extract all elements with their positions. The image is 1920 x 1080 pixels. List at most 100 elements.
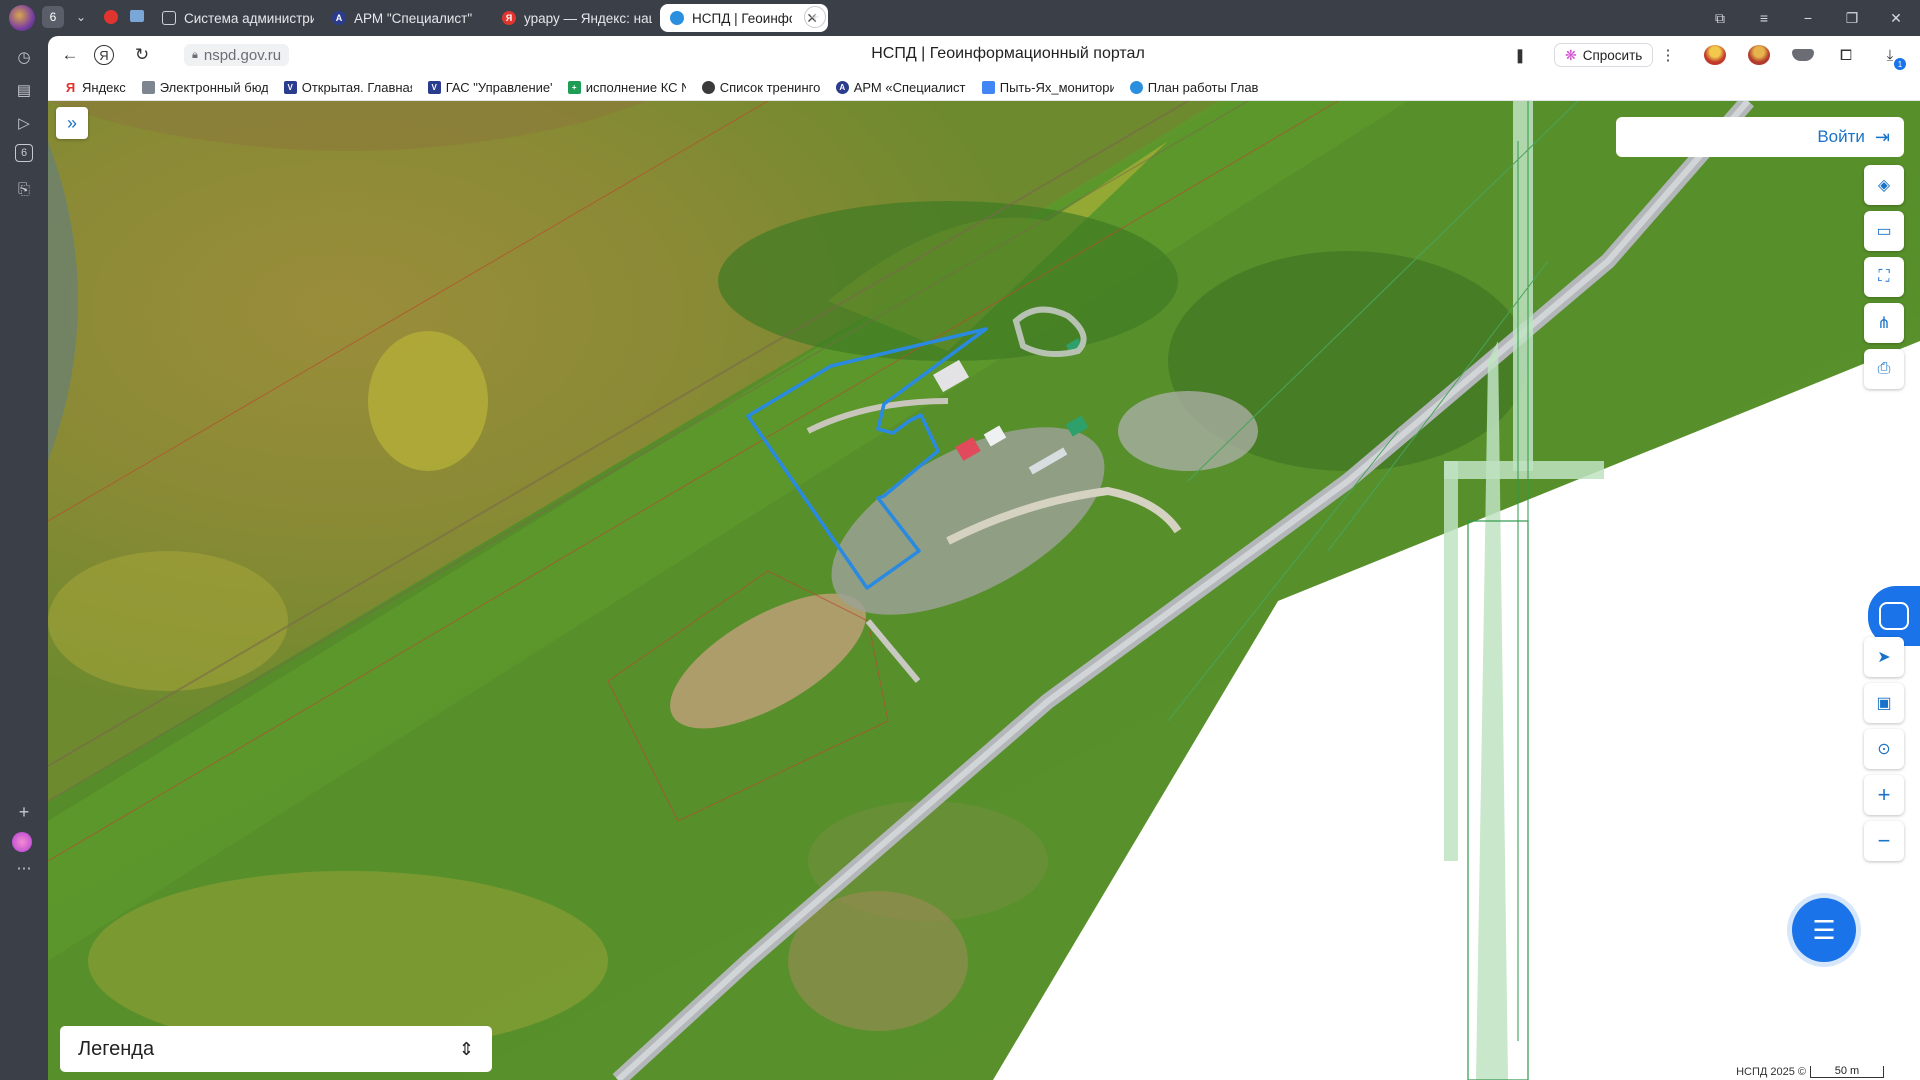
area-select-button[interactable]: ⛶: [1864, 257, 1904, 297]
ask-button-label: Спросить: [1582, 47, 1643, 63]
tab-count-button[interactable]: 6: [42, 6, 64, 28]
bookmark-item[interactable]: Электронный бюджет: [141, 79, 268, 95]
screenshot-icon[interactable]: ⎘: [12, 177, 36, 201]
v-logo-icon: V: [283, 80, 297, 94]
bookmark-label: Список тренингов: [719, 79, 820, 95]
feedback-icon: [1879, 602, 1909, 630]
collections-icon[interactable]: ▤: [12, 78, 36, 102]
expand-panel-button[interactable]: »: [56, 107, 88, 139]
page-title: НСПД | Геоинформационный портал: [871, 45, 1145, 62]
bookmark-item[interactable]: + исполнение КС №: [567, 79, 686, 95]
zoom-in-button[interactable]: +: [1864, 775, 1904, 815]
tab-label: Система администриров: [184, 10, 314, 26]
tab-yandex-search[interactable]: Я урару — Яндекс: нашлос: [492, 4, 652, 32]
tab-system-admin[interactable]: Система администриров: [152, 4, 314, 32]
ruler-button[interactable]: ▭: [1864, 211, 1904, 251]
scale-bar: 50 m: [1810, 1066, 1884, 1078]
arm-icon: A: [332, 11, 346, 25]
bookmarks-manager-icon[interactable]: ⧉: [1708, 6, 1732, 30]
layers-button[interactable]: ◈: [1864, 165, 1904, 205]
chat-button[interactable]: ☰: [1792, 898, 1856, 962]
v-logo-icon: V: [427, 80, 441, 94]
extension-icon-2[interactable]: [1748, 45, 1770, 65]
arm-icon: A: [835, 80, 849, 94]
bookmark-item[interactable]: Список тренингов: [701, 79, 820, 95]
url-text: nspd.gov.ru: [203, 46, 282, 64]
browser-sidebar: ◷ ▤ ▷ 6 ⎘ + ⋯: [0, 0, 48, 1080]
tabs-count-icon[interactable]: 6: [15, 144, 33, 162]
extension-icon-3[interactable]: [1792, 49, 1814, 61]
tab-label: НСПД | Геоинформаци: [692, 10, 792, 26]
yandex-icon: Я: [65, 79, 76, 95]
close-window-icon[interactable]: ✕: [1884, 6, 1908, 30]
minimize-icon[interactable]: −: [1796, 6, 1820, 30]
circle-logo-icon: [701, 80, 715, 94]
browser-logo-icon[interactable]: [9, 5, 35, 31]
bookmark-label: Пыть-Ях_мониторинг: [999, 79, 1114, 95]
legend-panel[interactable]: Легенда ⇕: [60, 1026, 492, 1072]
pinned-tab-icon-2[interactable]: [130, 10, 144, 22]
copyright-text: НСПД 2025 ©: [1732, 1066, 1810, 1078]
legend-label: Легенда: [78, 1037, 155, 1060]
edge-icon: [1129, 80, 1143, 94]
new-tab-button[interactable]: +: [804, 6, 826, 28]
tab-arm-specialist[interactable]: A АРМ "Специалист": [322, 4, 484, 32]
bookmark-item[interactable]: V Открытая. Главная: [283, 79, 412, 95]
ask-button[interactable]: ❋ Спросить: [1554, 43, 1654, 67]
minimap-button[interactable]: ▣: [1864, 683, 1904, 723]
media-icon[interactable]: ▷: [12, 111, 36, 135]
bookmark-item[interactable]: A АРМ «Специалист»: [835, 79, 966, 95]
more-icon[interactable]: ⋯: [12, 856, 36, 880]
geolocate-button[interactable]: ⊙: [1864, 729, 1904, 769]
chevron-updown-icon[interactable]: ⇕: [459, 1039, 474, 1060]
share-button[interactable]: ⋔: [1864, 303, 1904, 343]
bookmark-label: ГАС "Управление": [445, 79, 552, 95]
tab-nspd[interactable]: НСПД | Геоинформаци ✕: [660, 4, 828, 32]
sheets-icon: +: [567, 80, 581, 94]
yandex-button-icon[interactable]: Я: [94, 45, 114, 65]
menu-icon[interactable]: ≡: [1752, 6, 1776, 30]
address-field[interactable]: 🔒︎ nspd.gov.ru: [184, 44, 290, 66]
downloads-badge: 1: [1894, 58, 1906, 70]
extension-icon-1[interactable]: [1704, 45, 1726, 65]
address-bar-row: ← Я ↻ 🔒︎ nspd.gov.ru НСПД | Геоинформаци…: [48, 36, 1920, 74]
login-panel[interactable]: Войти ⇥: [1616, 117, 1904, 157]
bookmark-label: Электронный бюджет: [159, 79, 268, 95]
reload-icon[interactable]: ↻: [130, 43, 154, 67]
pinned-tab-icon-1[interactable]: [104, 10, 118, 24]
building-icon: [141, 80, 155, 94]
tab-strip: 6 ⌄ Система администриров A АРМ "Специал…: [42, 0, 1920, 36]
tab-label: АРМ "Специалист": [354, 10, 473, 26]
bookmark-item[interactable]: План работы Глав: [1129, 79, 1259, 95]
document-icon: [162, 11, 176, 25]
chevron-down-icon[interactable]: ⌄: [70, 6, 92, 28]
bookmark-label: АРМ «Специалист»: [853, 79, 966, 95]
bookmark-item[interactable]: Пыть-Ях_мониторинг: [981, 79, 1114, 95]
map-view[interactable]: » Войти ⇥ ◈ ▭ ⛶ ⋔ ⎙ ➤ ▣ ⊙ + − ☰ Легенда …: [48, 101, 1920, 1080]
alice-assistant-icon[interactable]: [12, 832, 32, 852]
back-icon[interactable]: ←: [58, 43, 82, 67]
alice-icon: ❋: [1565, 46, 1577, 63]
login-arrow-icon: ⇥: [1874, 126, 1890, 147]
restore-icon[interactable]: ❐: [1840, 6, 1864, 30]
yandex-icon: Я: [502, 11, 516, 25]
bookmark-label: исполнение КС №: [585, 79, 686, 95]
bookmark-item[interactable]: V ГАС "Управление": [427, 79, 552, 95]
bookmark-label: Открытая. Главная: [301, 79, 412, 95]
chat-icon: ☰: [1812, 914, 1836, 945]
satellite-imagery: [48, 101, 1920, 1080]
tab-label: урару — Яндекс: нашлос: [524, 10, 652, 26]
kebab-menu-icon[interactable]: ⋮: [1656, 43, 1680, 67]
bookmarks-bar: Я Яндекс Электронный бюджет V Открытая. Гл…: [48, 74, 1920, 101]
login-label: Войти: [1817, 127, 1865, 146]
bookmark-icon[interactable]: ❚: [1508, 43, 1532, 67]
extensions-icon[interactable]: ⧠: [1834, 43, 1858, 67]
history-icon[interactable]: ◷: [12, 45, 36, 69]
bookmark-label: План работы Глав: [1147, 79, 1259, 95]
bookmark-item[interactable]: Я Яндекс: [64, 80, 126, 95]
add-panel-icon[interactable]: +: [12, 800, 36, 824]
print-button[interactable]: ⎙: [1864, 349, 1904, 389]
bookmark-label: Яндекс: [82, 79, 126, 95]
navigate-button[interactable]: ➤: [1864, 637, 1904, 677]
zoom-out-button[interactable]: −: [1864, 821, 1904, 861]
